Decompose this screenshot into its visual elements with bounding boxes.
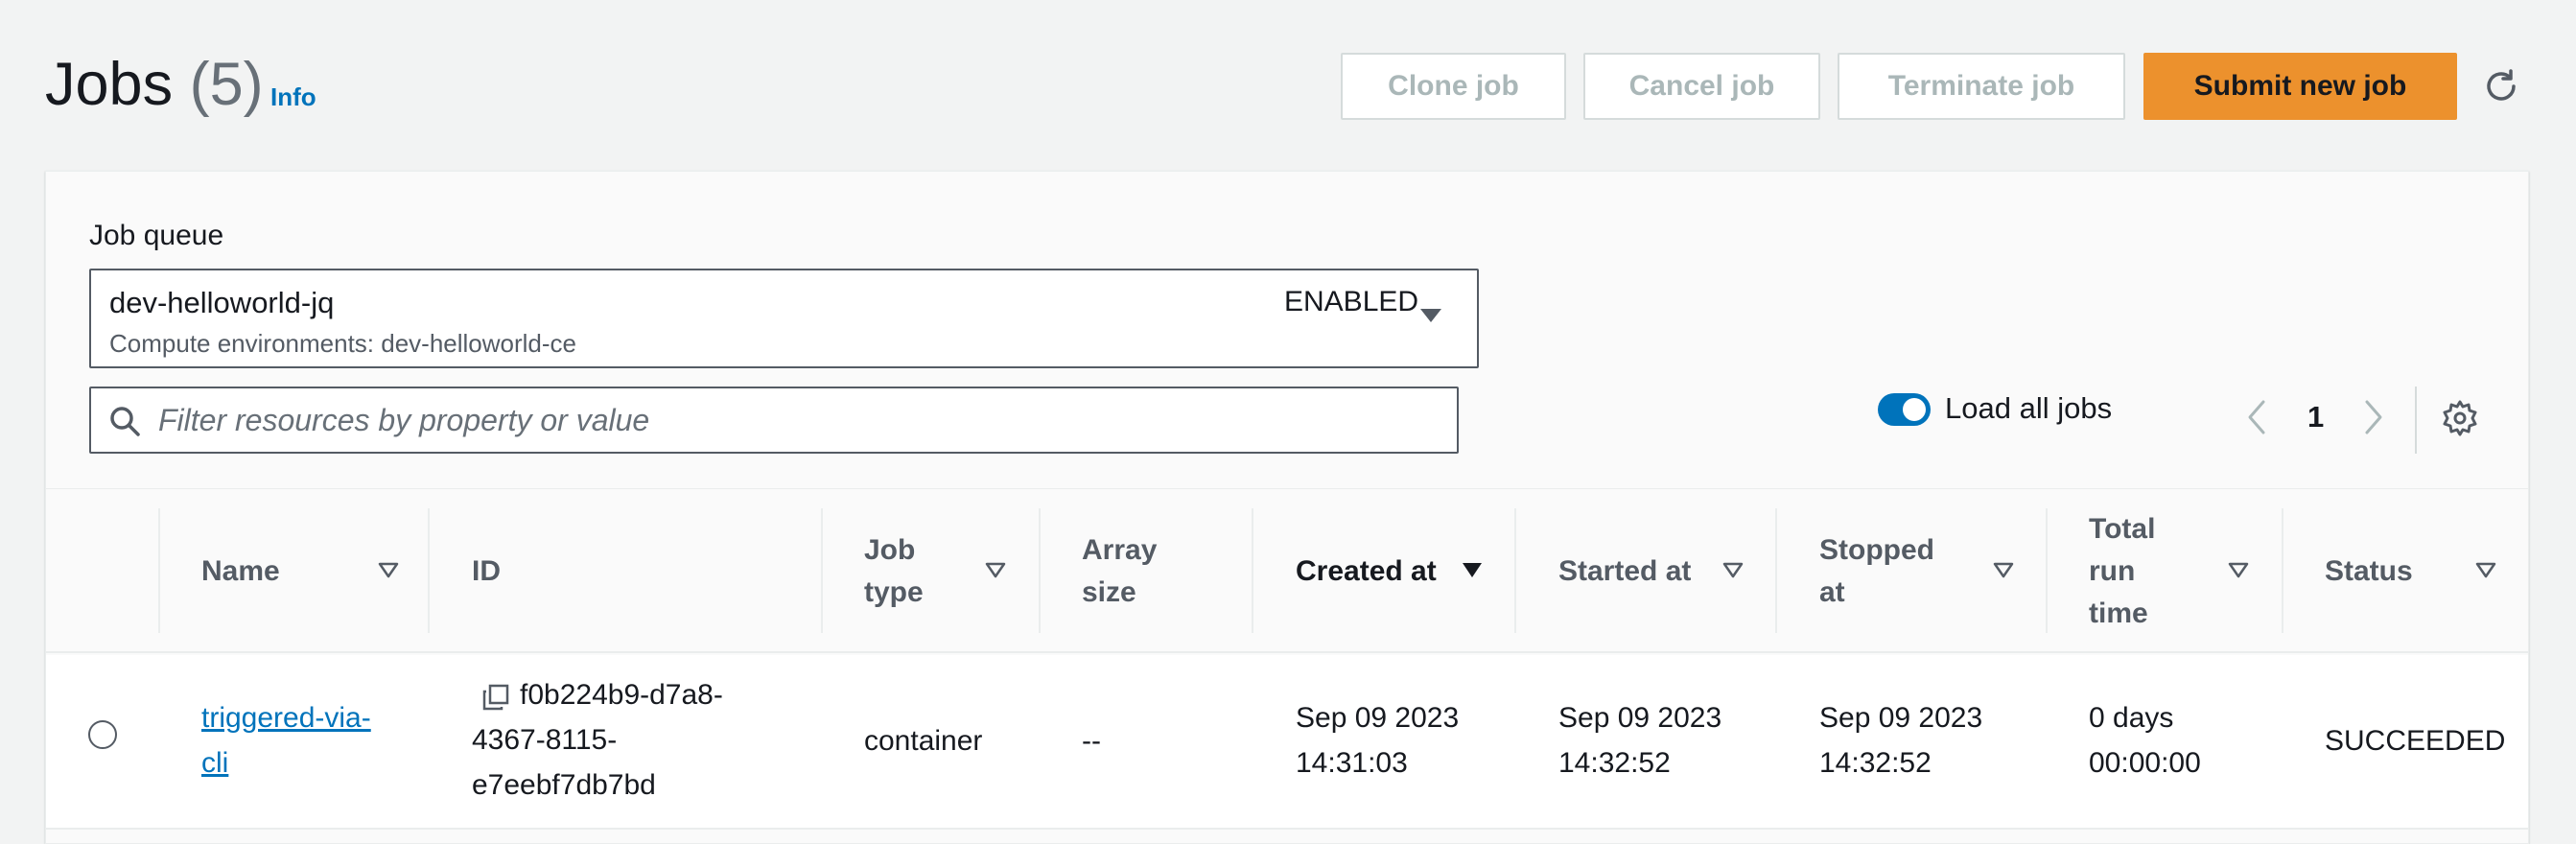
column-separator <box>2046 508 2048 633</box>
job-queue-label: Job queue <box>89 220 224 251</box>
pagination-divider <box>2415 387 2417 454</box>
page-title-text: Jobs <box>45 51 174 118</box>
stopped-date: Sep 09 2023 <box>1819 702 1983 734</box>
sort-icon[interactable] <box>2475 562 2496 579</box>
compute-environment-text: Compute environments: dev-helloworld-ce <box>109 329 577 358</box>
search-icon <box>110 407 140 436</box>
job-id-line2: 4367-8115- <box>472 724 618 756</box>
column-header-created-at[interactable]: Created at <box>1296 551 1437 593</box>
column-separator <box>2282 508 2283 633</box>
gear-icon[interactable] <box>2441 399 2479 437</box>
job-id-line1: f0b224b9-d7a8- <box>520 679 723 711</box>
info-link[interactable]: Info <box>270 82 316 112</box>
started-at: Sep 09 2023 14:32:52 <box>1558 695 1721 785</box>
sort-icon[interactable] <box>1993 562 2014 579</box>
job-id-line3: e7eebf7db7bd <box>472 769 656 801</box>
jobs-panel: Job queue dev-helloworld-jq Compute envi… <box>45 171 2529 844</box>
cancel-job-button[interactable]: Cancel job <box>1583 53 1820 120</box>
job-queue-name: dev-helloworld-jq <box>109 286 335 319</box>
column-header-name[interactable]: Name <box>201 551 280 593</box>
sort-descending-icon[interactable] <box>1462 562 1483 579</box>
page-header: Jobs (5) Info Clone job Cancel job Termi… <box>0 0 2576 171</box>
filter-box[interactable] <box>89 387 1459 454</box>
column-header-total-run-time-line3: time <box>2089 598 2148 629</box>
load-all-jobs-label: Load all jobs <box>1945 391 2113 425</box>
submit-new-job-button[interactable]: Submit new job <box>2143 53 2457 120</box>
column-separator <box>1514 508 1516 633</box>
job-queue-state: ENABLED <box>1284 286 1419 317</box>
sort-icon[interactable] <box>2228 562 2249 579</box>
sort-icon[interactable] <box>378 562 399 579</box>
toggle-knob <box>1903 398 1926 421</box>
caret-down-icon <box>1420 309 1441 322</box>
started-date: Sep 09 2023 <box>1558 702 1722 734</box>
total-run-time: 0 days 00:00:00 <box>2089 695 2201 785</box>
column-separator <box>821 508 823 633</box>
column-header-job-type[interactable]: Job <box>864 529 915 572</box>
job-count: (5) <box>189 51 264 118</box>
column-header-id: ID <box>472 555 501 587</box>
run-time-duration: 00:00:00 <box>2089 747 2201 779</box>
run-time-days: 0 days <box>2089 702 2174 734</box>
sort-icon[interactable] <box>1722 562 1744 579</box>
column-separator <box>1775 508 1777 633</box>
terminate-job-button[interactable]: Terminate job <box>1838 53 2125 120</box>
status-badge: SUCCEEDED <box>2325 725 2506 757</box>
row-select-radio[interactable] <box>88 720 117 749</box>
column-separator <box>1039 508 1041 633</box>
started-time: 14:32:52 <box>1558 747 1671 779</box>
column-header-array-size-line2: size <box>1082 576 1136 608</box>
job-name-link[interactable]: triggered-via- cli <box>201 695 371 785</box>
column-header-stopped-at[interactable]: Stopped <box>1819 529 1934 572</box>
column-header-status[interactable]: Status <box>2325 551 2413 593</box>
job-queue-select[interactable]: dev-helloworld-jq Compute environments: … <box>89 269 1479 368</box>
stopped-at: Sep 09 2023 14:32:52 <box>1819 695 1982 785</box>
next-page-icon[interactable] <box>2361 398 2386 436</box>
filter-input[interactable] <box>158 396 1434 444</box>
created-time: 14:31:03 <box>1296 747 1408 779</box>
column-header-started-at[interactable]: Started at <box>1558 551 1691 593</box>
column-separator <box>428 508 430 633</box>
table-header: Name ID Job type Array size Created at S… <box>46 488 2528 653</box>
job-type: container <box>864 725 983 757</box>
page-title: Jobs (5) <box>45 50 264 119</box>
job-name-line2[interactable]: cli <box>201 747 228 779</box>
clone-job-button[interactable]: Clone job <box>1341 53 1566 120</box>
page-number[interactable]: 1 <box>2307 400 2324 434</box>
column-separator <box>158 508 160 633</box>
column-header-total-run-time[interactable]: Total <box>2089 508 2155 551</box>
array-size: -- <box>1082 725 1101 757</box>
stopped-time: 14:32:52 <box>1819 747 1932 779</box>
column-header-array-size: Array <box>1082 534 1158 566</box>
created-at: Sep 09 2023 14:31:03 <box>1296 695 1459 785</box>
load-all-jobs-toggle[interactable] <box>1878 393 1931 426</box>
column-separator <box>1252 508 1253 633</box>
job-name-line1[interactable]: triggered-via- <box>201 702 371 734</box>
column-header-job-type-line2: type <box>864 576 924 608</box>
column-header-stopped-at-line2: at <box>1819 576 1845 608</box>
column-header-total-run-time-line2: run <box>2089 555 2136 587</box>
refresh-icon[interactable] <box>2482 67 2520 106</box>
job-id: f0b224b9-d7a8- 4367-8115- e7eebf7db7bd <box>472 672 723 808</box>
table-row[interactable]: triggered-via- cli f0b224b9-d7a8- 4367-8… <box>46 655 2528 830</box>
created-date: Sep 09 2023 <box>1296 702 1460 734</box>
sort-icon[interactable] <box>985 562 1006 579</box>
previous-page-icon[interactable] <box>2244 398 2269 436</box>
